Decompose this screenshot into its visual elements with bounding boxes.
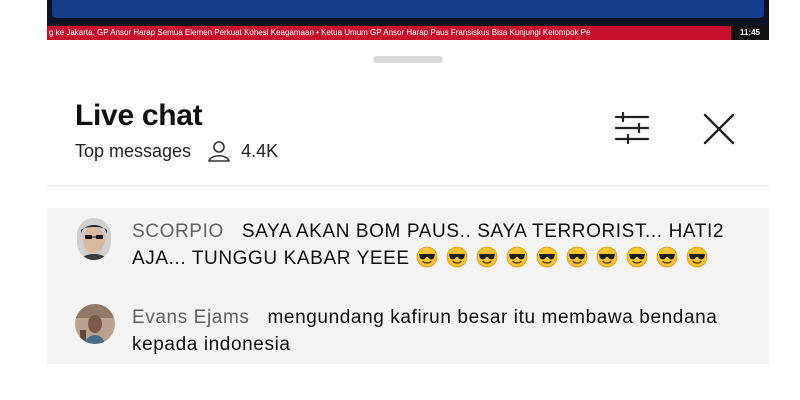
avatar[interactable] <box>77 218 111 260</box>
message-content: Evans Ejams mengundang kafirun besar itu … <box>132 304 732 358</box>
sunglasses-emoji <box>416 246 437 268</box>
sunglasses-emoji <box>656 246 677 268</box>
person-icon <box>208 141 230 162</box>
viewer-count: 4.4K <box>241 140 279 161</box>
sunglasses-emoji <box>626 246 647 268</box>
news-ticker: g ke Jakarta, GP Ansor Harap Semua Eleme… <box>47 26 769 40</box>
avatar[interactable] <box>75 304 115 344</box>
live-chat-panel: Live chat Top messages 4.4K SCORPIO SAYA… <box>47 42 769 400</box>
emoji-row <box>410 246 716 269</box>
header-divider <box>47 185 769 186</box>
ticker-text: g ke Jakarta, GP Ansor Harap Semua Eleme… <box>49 28 591 37</box>
sunglasses-emoji <box>446 246 467 268</box>
message-content: SCORPIO SAYA AKAN BOM PAUS.. SAYA TERRORI… <box>132 218 732 272</box>
message-author[interactable]: SCORPIO <box>132 221 224 242</box>
chat-mode-label[interactable]: Top messages <box>75 141 191 162</box>
sunglasses-emoji <box>686 246 707 268</box>
chat-message-list: SCORPIO SAYA AKAN BOM PAUS.. SAYA TERRORI… <box>47 208 769 364</box>
drag-handle[interactable] <box>373 56 443 63</box>
sunglasses-emoji <box>506 246 527 268</box>
close-icon[interactable] <box>702 112 736 146</box>
sunglasses-emoji <box>596 246 617 268</box>
sunglasses-emoji <box>566 246 587 268</box>
sunglasses-emoji <box>476 246 497 268</box>
sunglasses-emoji <box>536 246 557 268</box>
panel-footer-space <box>47 367 769 400</box>
message-author[interactable]: Evans Ejams <box>132 307 249 328</box>
video-banner <box>52 0 764 18</box>
tune-icon[interactable] <box>614 112 650 144</box>
video-player[interactable] <box>47 0 769 26</box>
panel-title: Live chat <box>75 99 203 132</box>
chat-subheader: Top messages 4.4K <box>75 140 278 162</box>
ticker-time: 11:45 <box>731 26 769 40</box>
